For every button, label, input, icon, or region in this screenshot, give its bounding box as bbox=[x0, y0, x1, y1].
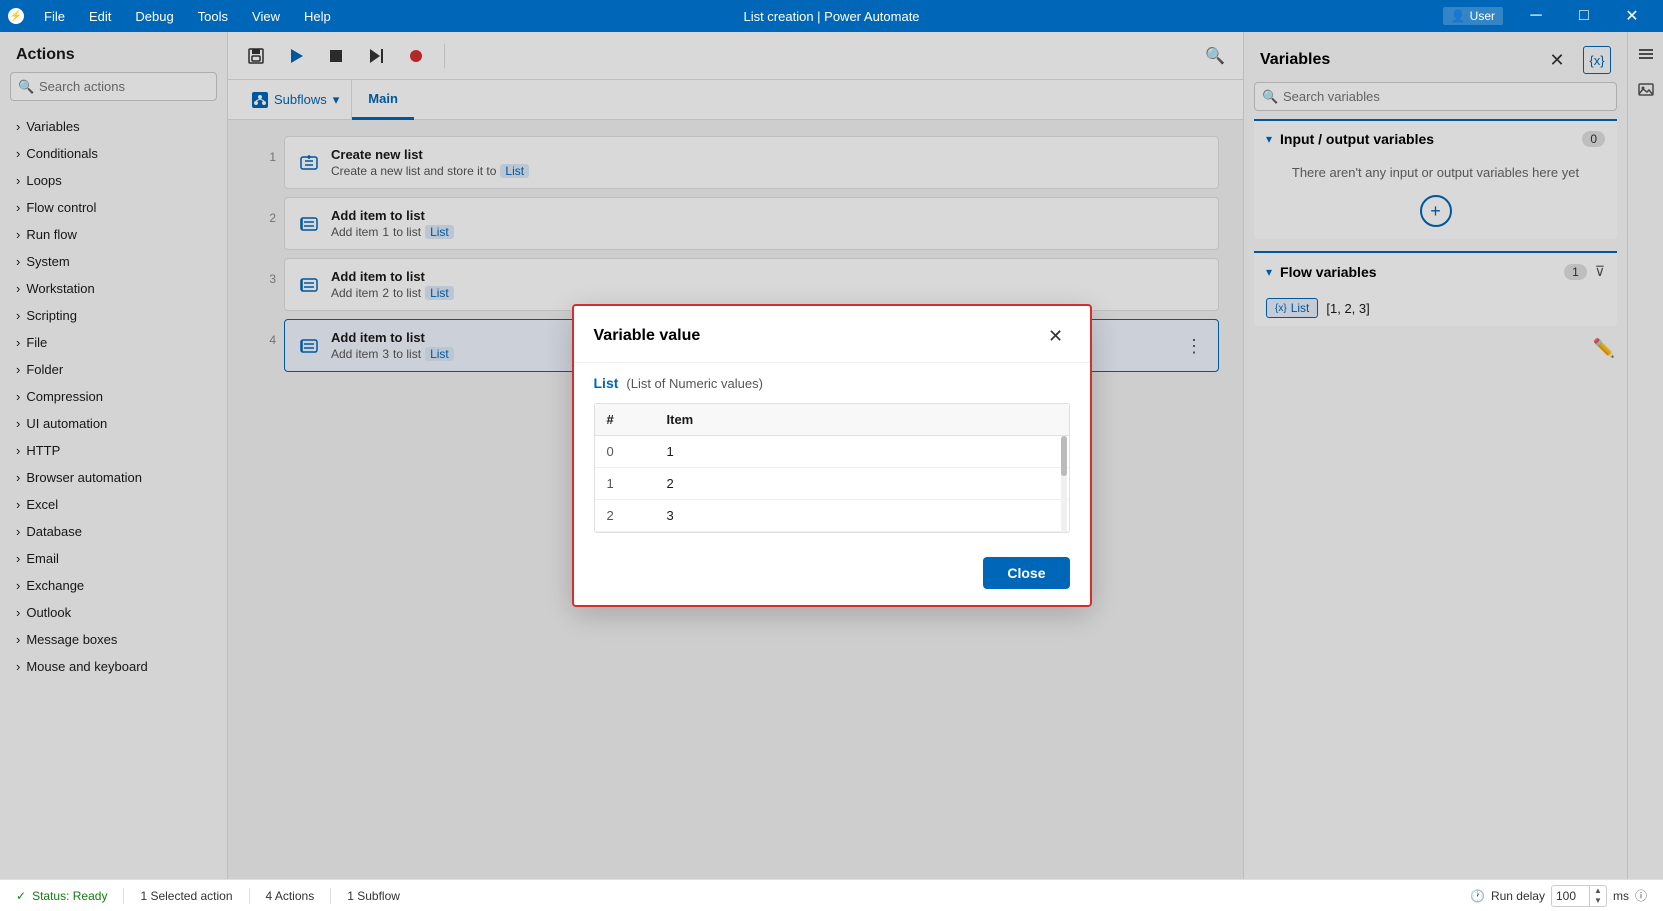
close-button[interactable]: ✕ bbox=[1609, 0, 1655, 32]
status-separator-3 bbox=[330, 888, 331, 904]
menu-help[interactable]: Help bbox=[292, 0, 343, 32]
subflow-count: 1 Subflow bbox=[347, 889, 400, 903]
run-delay-group: 🕐 Run delay 100 ▲ ▼ ms ⓘ bbox=[1470, 885, 1647, 907]
modal-overlay: Variable value ✕ List (List of Numeric v… bbox=[0, 32, 1663, 879]
info-icon: ⓘ bbox=[1635, 887, 1647, 904]
run-delay-label: Run delay bbox=[1491, 889, 1545, 903]
run-delay-arrows: ▲ ▼ bbox=[1589, 886, 1606, 906]
status-ready: ✓ Status: Ready bbox=[16, 889, 107, 903]
modal-scrollbar[interactable] bbox=[1061, 436, 1067, 532]
variable-value-modal: Variable value ✕ List (List of Numeric v… bbox=[572, 304, 1092, 607]
menu-edit[interactable]: Edit bbox=[77, 0, 123, 32]
menu-view[interactable]: View bbox=[240, 0, 292, 32]
table-cell-item-2: 3 bbox=[655, 500, 686, 531]
modal-table: # Item 0 1 1 2 2 3 bbox=[594, 403, 1070, 533]
run-delay-value[interactable]: 100 bbox=[1552, 887, 1589, 905]
window-title: List creation | Power Automate bbox=[743, 9, 919, 24]
table-cell-index-2: 2 bbox=[595, 500, 655, 531]
table-cell-index-1: 1 bbox=[595, 468, 655, 499]
table-cell-index-0: 0 bbox=[595, 436, 655, 467]
modal-var-type: (List of Numeric values) bbox=[626, 376, 763, 391]
minimize-button[interactable]: ─ bbox=[1513, 0, 1559, 32]
modal-close-x-button[interactable]: ✕ bbox=[1042, 322, 1070, 350]
selected-action-count: 1 Selected action bbox=[140, 889, 232, 903]
check-icon: ✓ bbox=[16, 889, 26, 903]
run-delay-down[interactable]: ▼ bbox=[1590, 896, 1606, 906]
title-bar: ⚡ File Edit Debug Tools View Help List c… bbox=[0, 0, 1663, 32]
status-separator-1 bbox=[123, 888, 124, 904]
table-header-index: # bbox=[595, 404, 655, 435]
app-icon: ⚡ bbox=[8, 8, 24, 24]
menu-bar: File Edit Debug Tools View Help bbox=[32, 0, 343, 32]
modal-close-action-button[interactable]: Close bbox=[983, 557, 1069, 589]
modal-title: Variable value bbox=[594, 327, 1042, 345]
modal-scrollbar-thumb[interactable] bbox=[1061, 436, 1067, 476]
modal-footer: Close bbox=[574, 545, 1090, 605]
modal-var-name: List bbox=[594, 375, 619, 391]
status-separator-2 bbox=[249, 888, 250, 904]
table-row-1: 1 2 bbox=[595, 468, 1069, 500]
modal-subtitle: List (List of Numeric values) bbox=[574, 363, 1090, 391]
status-text: Status: Ready bbox=[32, 889, 107, 903]
table-cell-item-1: 2 bbox=[655, 468, 686, 499]
modal-table-header: # Item bbox=[595, 404, 1069, 436]
run-delay-up[interactable]: ▲ bbox=[1590, 886, 1606, 896]
menu-file[interactable]: File bbox=[32, 0, 77, 32]
run-delay-unit: ms bbox=[1613, 889, 1629, 903]
table-cell-item-0: 1 bbox=[655, 436, 686, 467]
clock-icon: 🕐 bbox=[1470, 889, 1485, 903]
table-header-item: Item bbox=[655, 404, 706, 435]
menu-debug[interactable]: Debug bbox=[123, 0, 185, 32]
window-controls: 👤User ─ □ ✕ bbox=[1443, 0, 1655, 32]
maximize-button[interactable]: □ bbox=[1561, 0, 1607, 32]
table-row-2: 2 3 bbox=[595, 500, 1069, 532]
user-account[interactable]: 👤User bbox=[1443, 7, 1503, 25]
actions-count: 4 Actions bbox=[266, 889, 315, 903]
modal-table-body: 0 1 1 2 2 3 bbox=[595, 436, 1069, 532]
menu-tools[interactable]: Tools bbox=[186, 0, 240, 32]
modal-header: Variable value ✕ bbox=[574, 306, 1090, 363]
status-bar: ✓ Status: Ready 1 Selected action 4 Acti… bbox=[0, 879, 1663, 911]
table-row-0: 0 1 bbox=[595, 436, 1069, 468]
run-delay-input-container: 100 ▲ ▼ bbox=[1551, 885, 1607, 907]
